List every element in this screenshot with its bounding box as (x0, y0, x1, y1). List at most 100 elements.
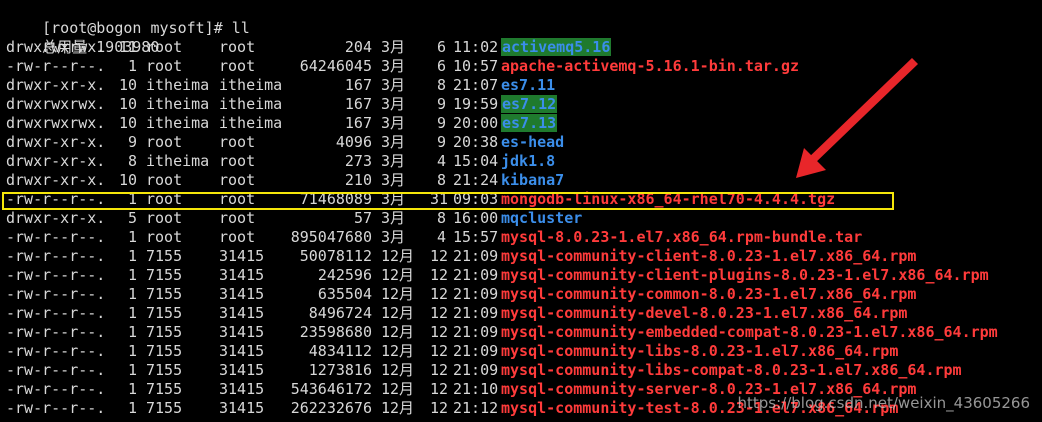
file-owner: root (146, 171, 183, 189)
file-name: mysql-community-client-8.0.23-1.el7.x86_… (501, 247, 917, 265)
file-month: 3月 (381, 171, 406, 189)
file-day: 12 (430, 342, 449, 360)
file-time: 19:59 (453, 95, 499, 113)
file-group: 31415 (219, 323, 265, 341)
link-count: 1 (127, 266, 137, 284)
file-day: 9 (436, 133, 446, 151)
watermark: https://blog.csdn.net/weixin_43605266 (737, 394, 1030, 412)
file-permissions: -rw-r--r--. (6, 304, 106, 322)
file-name: mysql-8.0.23-1.el7.x86_64.rpm-bundle.tar (501, 228, 863, 246)
file-time: 21:09 (453, 266, 499, 284)
file-size: 1273816 (308, 361, 372, 379)
file-day: 9 (436, 95, 446, 113)
file-owner: 7155 (146, 304, 183, 322)
file-name-text: activemq5.16 (501, 38, 612, 56)
file-size: 204 (344, 38, 372, 56)
file-permissions: drwxrwxrwx. (6, 114, 106, 132)
file-permissions: drwxr-xr-x. (6, 209, 106, 227)
file-group: itheima (219, 95, 283, 113)
file-group: 31415 (219, 380, 265, 398)
file-month: 3月 (381, 38, 406, 56)
file-day: 8 (436, 76, 446, 94)
file-time: 21:07 (453, 76, 499, 94)
file-day: 12 (430, 247, 449, 265)
total-line: 总用量 1903980 (6, 19, 159, 56)
file-month: 12月 (381, 380, 415, 398)
file-size: 8496724 (308, 304, 372, 322)
file-time: 16:00 (453, 209, 499, 227)
file-size: 23598680 (299, 323, 372, 341)
file-time: 20:38 (453, 133, 499, 151)
file-permissions: drwxr-xr-x. (6, 133, 106, 151)
file-time: 21:10 (453, 380, 499, 398)
file-month: 3月 (381, 57, 406, 75)
file-group: 31415 (219, 304, 265, 322)
file-size: 4834112 (308, 342, 372, 360)
file-owner: itheima (146, 152, 210, 170)
file-name: activemq5.16 (501, 38, 612, 57)
file-name: es7.13 (501, 114, 558, 133)
link-count: 10 (118, 76, 137, 94)
file-name: mysql-community-libs-compat-8.0.23-1.el7… (501, 361, 962, 379)
file-owner: 7155 (146, 361, 183, 379)
file-name: mysql-community-common-8.0.23-1.el7.x86_… (501, 285, 917, 303)
file-name: mysql-community-client-plugins-8.0.23-1.… (501, 266, 989, 284)
file-permissions: drwxr-xr-x. (6, 171, 106, 189)
link-count: 5 (127, 209, 137, 227)
file-name: mqcluster (501, 209, 583, 227)
file-owner: 7155 (146, 323, 183, 341)
file-size: 64246045 (299, 57, 372, 75)
file-permissions: drwxr-xr-x. (6, 152, 106, 170)
file-group: 31415 (219, 285, 265, 303)
file-size: 242596 (317, 266, 372, 284)
file-time: 10:57 (453, 57, 499, 75)
file-size: 273 (344, 152, 372, 170)
file-group: 31415 (219, 247, 265, 265)
file-day: 8 (436, 209, 446, 227)
file-size: 167 (344, 114, 372, 132)
file-size: 635504 (317, 285, 372, 303)
file-month: 12月 (381, 399, 415, 417)
file-time: 21:09 (453, 323, 499, 341)
file-day: 9 (436, 114, 446, 132)
arrow-head (796, 148, 826, 178)
file-owner: root (146, 209, 183, 227)
file-name: es7.12 (501, 95, 558, 114)
link-count: 1 (127, 247, 137, 265)
file-name-text: es7.12 (501, 95, 558, 113)
file-permissions: drwxrwxrwx. (6, 95, 106, 113)
file-time: 21:09 (453, 342, 499, 360)
file-owner: root (146, 57, 183, 75)
file-time: 15:04 (453, 152, 499, 170)
link-count: 10 (118, 114, 137, 132)
file-size: 895047680 (290, 228, 372, 246)
file-month: 3月 (381, 152, 406, 170)
file-permissions: drwxrwxrwx. (6, 38, 106, 56)
file-name: mysql-community-libs-8.0.23-1.el7.x86_64… (501, 342, 899, 360)
file-month: 12月 (381, 342, 415, 360)
file-owner: 7155 (146, 342, 183, 360)
file-size: 167 (344, 76, 372, 94)
file-time: 15:57 (453, 228, 499, 246)
file-permissions: -rw-r--r--. (6, 228, 106, 246)
file-time: 21:09 (453, 361, 499, 379)
file-group: itheima (219, 76, 283, 94)
link-count: 1 (127, 399, 137, 417)
file-group: itheima (219, 114, 283, 132)
highlight-box (2, 192, 894, 210)
file-month: 3月 (381, 228, 406, 246)
arrow-shaft (806, 58, 918, 166)
file-month: 3月 (381, 114, 406, 132)
file-time: 21:09 (453, 247, 499, 265)
file-name: apache-activemq-5.16.1-bin.tar.gz (501, 57, 800, 75)
file-group: root (219, 38, 256, 56)
file-size: 210 (344, 171, 372, 189)
file-month: 3月 (381, 133, 406, 151)
file-size: 262232676 (290, 399, 372, 417)
terminal-window[interactable]: [root@bogon mysoft]# ll 总用量 1903980 drwx… (0, 0, 1042, 422)
link-count: 10 (118, 95, 137, 113)
file-name: mysql-community-devel-8.0.23-1.el7.x86_6… (501, 304, 908, 322)
file-name: es7.11 (501, 76, 556, 94)
file-time: 21:09 (453, 285, 499, 303)
link-count: 1 (127, 304, 137, 322)
